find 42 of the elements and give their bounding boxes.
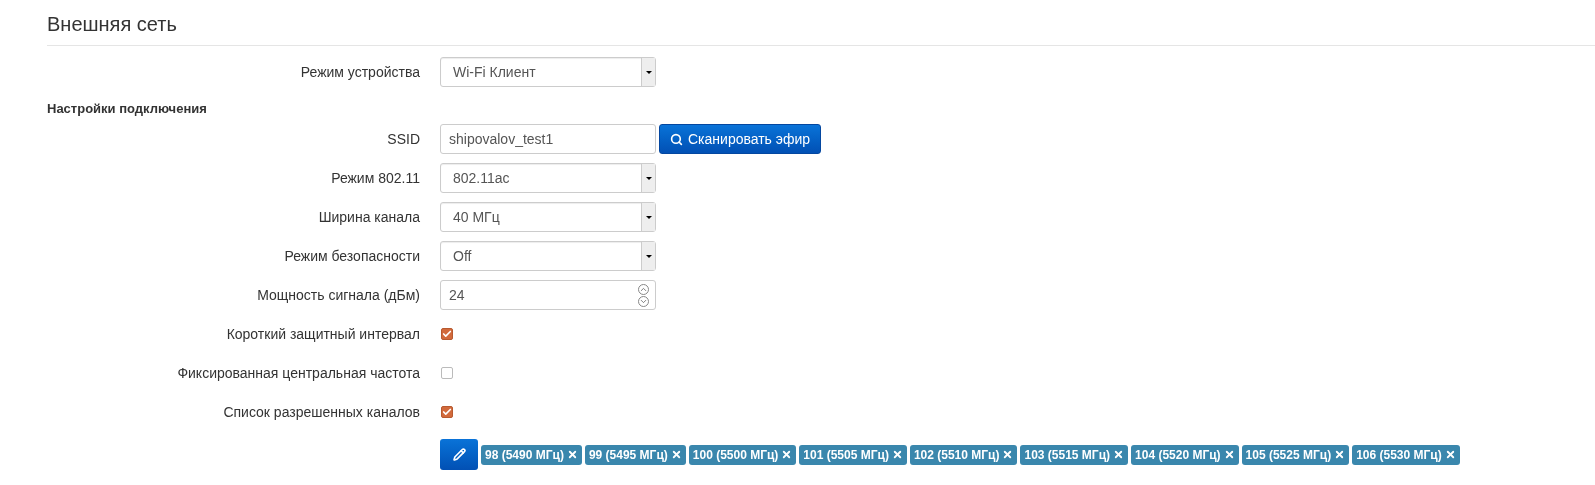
remove-icon [891, 449, 903, 460]
select-field[interactable]: Off [440, 241, 656, 271]
number-field[interactable]: 24 [440, 280, 656, 310]
checkbox[interactable] [441, 406, 453, 418]
remove-icon [1334, 449, 1346, 460]
field-label: Список разрешенных каналов [223, 402, 420, 422]
remove-icon [781, 449, 793, 460]
search-icon [670, 132, 683, 146]
channel-tag: 106 (5530 МГц) [1352, 444, 1460, 465]
remove-icon [1002, 449, 1014, 460]
field-label: Фиксированная центральная частота [177, 363, 420, 383]
scan-button[interactable]: Сканировать эфир [659, 124, 822, 154]
field-label: Режим безопасности [284, 246, 420, 266]
channel-tag: 98 (5490 МГц) [481, 444, 582, 465]
remove-icon [1223, 449, 1235, 460]
checkbox[interactable] [441, 367, 453, 379]
channel-tag: 102 (5510 МГц) [909, 444, 1018, 465]
channel-tag: 101 (5505 МГц) [799, 444, 907, 465]
channel-tag: 99 (5495 МГц) [584, 444, 686, 465]
checkbox[interactable] [441, 328, 453, 340]
field-label: Режим 802.11 [331, 168, 420, 188]
channel-tag: 103 (5515 МГц) [1020, 444, 1129, 465]
field-label: Короткий защитный интервал [226, 324, 420, 344]
edit-button[interactable] [440, 439, 478, 470]
remove-icon [1444, 449, 1456, 460]
remove-icon [1113, 449, 1125, 460]
field-label: SSID [387, 129, 420, 149]
channel-tag: 100 (5500 МГц) [688, 444, 797, 465]
channel-tag: 105 (5525 МГц) [1241, 444, 1350, 465]
channel-tag: 104 (5520 МГц) [1131, 444, 1239, 465]
field-label: Режим устройства [300, 62, 420, 82]
remove-icon [670, 449, 682, 460]
section-heading: Настройки подключения [47, 100, 207, 119]
field-label: Мощность сигнала (дБм) [257, 285, 420, 305]
select-field[interactable]: Wi-Fi Клиент [440, 57, 656, 87]
remove-icon [566, 449, 578, 460]
pencil-icon [452, 448, 466, 461]
select-field[interactable]: 40 МГц [440, 202, 656, 232]
text-field[interactable]: shipovalov_test1 [440, 124, 656, 154]
field-label: Ширина канала [318, 207, 420, 227]
page-title: Внешняя сеть [47, 13, 177, 35]
select-field[interactable]: 802.11ac [440, 163, 656, 193]
